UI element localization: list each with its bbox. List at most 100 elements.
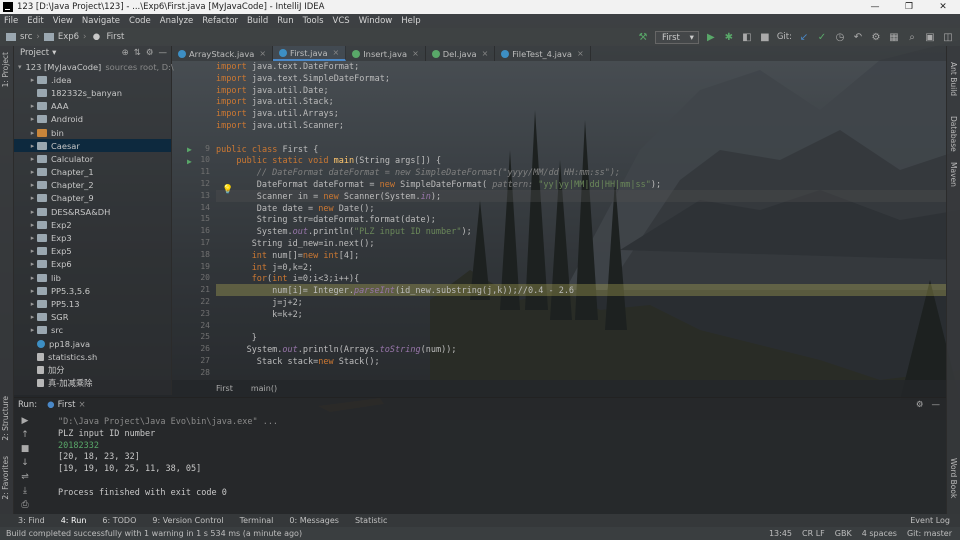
expand-arrow-icon[interactable]: ▸	[28, 326, 37, 334]
expand-arrow-icon[interactable]: ▸	[28, 76, 37, 84]
tree-item[interactable]: ▸ lib	[14, 271, 171, 284]
menu-help[interactable]: Help	[401, 16, 420, 26]
tree-item[interactable]: ▸ SGR	[14, 311, 171, 324]
stop-icon[interactable]: ■	[21, 444, 30, 454]
stop-icon[interactable]: ■	[759, 31, 771, 43]
menu-file[interactable]: File	[4, 16, 18, 26]
tree-item[interactable]: ▸ AAA	[14, 100, 171, 113]
menu-tools[interactable]: Tools	[303, 16, 324, 26]
menu-edit[interactable]: Edit	[27, 16, 43, 26]
close-tab-icon[interactable]: ×	[482, 49, 489, 58]
tree-item[interactable]: ▸ DES&RSA&DH	[14, 205, 171, 218]
tree-item[interactable]: ▸ Exp6	[14, 258, 171, 271]
expand-arrow-icon[interactable]: ▸	[28, 274, 37, 282]
editor-tab[interactable]: FileTest_4.java ×	[495, 46, 591, 61]
tree-item[interactable]: ▸ PP5.13	[14, 297, 171, 310]
expand-arrow-icon[interactable]: ▸	[28, 194, 37, 202]
tree-item[interactable]: ▸ src	[14, 324, 171, 337]
scroll-end-icon[interactable]: ⤓	[23, 486, 27, 496]
expand-arrow-icon[interactable]: ▸	[28, 102, 37, 110]
tool-tab-ant-build[interactable]: Ant Build	[949, 62, 958, 96]
print-icon[interactable]: ⎙	[21, 500, 28, 510]
tree-item[interactable]: ▸ Exp5	[14, 245, 171, 258]
menu-vcs[interactable]: VCS	[333, 16, 350, 26]
scroll-down-icon[interactable]: ↓	[21, 458, 29, 468]
code-editor[interactable]: 9 10 11 12 13 14 15 16 17 18 19 20 21 22 23 24 25 26 27 28 …	[172, 61, 946, 381]
editor-tab[interactable]: Del.java ×	[426, 46, 496, 61]
tool-find[interactable]: 3: Find	[18, 516, 45, 525]
expand-arrow-icon[interactable]: ▸	[28, 221, 37, 229]
tool-tab-database[interactable]: Database	[949, 116, 958, 152]
expand-arrow-icon[interactable]: ▸	[28, 115, 37, 123]
editor-tab[interactable]: Insert.java ×	[346, 46, 426, 61]
tool-messages[interactable]: 0: Messages	[289, 516, 339, 525]
expand-arrow-icon[interactable]: ▸	[28, 208, 37, 216]
soft-wrap-icon[interactable]: ⇌	[21, 472, 29, 482]
git-update-icon[interactable]: ↙	[798, 31, 810, 43]
build-hammer-icon[interactable]: ⚒	[637, 31, 649, 43]
menu-build[interactable]: Build	[247, 16, 268, 26]
tree-item[interactable]: ▸ bin	[14, 126, 171, 139]
event-log-button[interactable]: Event Log	[910, 516, 960, 525]
crumb-first[interactable]: First	[106, 32, 124, 42]
maximize-button[interactable]: ❐	[892, 2, 926, 12]
tree-item[interactable]: 真-加减乘除	[14, 377, 171, 390]
tool-todo[interactable]: 6: TODO	[102, 516, 136, 525]
coverage-icon[interactable]: ◧	[741, 31, 753, 43]
close-tab-icon[interactable]: ×	[412, 49, 419, 58]
expand-arrow-icon[interactable]: ▸	[28, 129, 37, 137]
expand-arrow-icon[interactable]: ▸	[28, 168, 37, 176]
minimize-button[interactable]: —	[858, 2, 892, 12]
expand-arrow-icon[interactable]: ▸	[28, 287, 37, 295]
crumb-src[interactable]: src	[20, 32, 32, 42]
gear-icon[interactable]: ⚙	[916, 400, 924, 410]
close-icon[interactable]: ×	[78, 400, 85, 410]
tree-item[interactable]: ▸ PP5.3,5.6	[14, 284, 171, 297]
menu-refactor[interactable]: Refactor	[202, 16, 238, 26]
editor-tab[interactable]: First.java ×	[273, 46, 347, 61]
tree-item[interactable]: statistics.sh	[14, 350, 171, 363]
breadcrumb-method[interactable]: main()	[251, 384, 277, 393]
tool-tab-favorites[interactable]: 2: Favorites	[1, 456, 10, 500]
tool-version-control[interactable]: 9: Version Control	[152, 516, 223, 525]
expand-arrow-icon[interactable]: ▸	[28, 234, 37, 242]
search-icon[interactable]: ⌕	[906, 31, 918, 43]
tree-item[interactable]: 182332s_banyan	[14, 86, 171, 99]
expand-arrow-icon[interactable]: ▸	[28, 247, 37, 255]
history-icon[interactable]: ◷	[834, 31, 846, 43]
tree-item[interactable]: ▸ Chapter_9	[14, 192, 171, 205]
intention-bulb-icon[interactable]: 💡	[222, 185, 233, 195]
expand-arrow-icon[interactable]: ▾	[18, 63, 22, 71]
breadcrumb-class[interactable]: First	[216, 384, 233, 393]
tool-statistic[interactable]: Statistic	[355, 516, 387, 525]
menu-window[interactable]: Window	[359, 16, 393, 26]
run-icon[interactable]: ▶	[705, 31, 717, 43]
tool-terminal[interactable]: Terminal	[240, 516, 274, 525]
close-tab-icon[interactable]: ×	[259, 49, 266, 58]
editor-gutter[interactable]: 9 10 11 12 13 14 15 16 17 18 19 20 21 22 23 24 25 26 27 28	[172, 61, 214, 381]
tree-item[interactable]: ▸ Exp3	[14, 231, 171, 244]
expand-arrow-icon[interactable]: ▸	[28, 300, 37, 308]
hide-icon[interactable]: —	[932, 400, 941, 410]
tool-tab-word-book[interactable]: Word Book	[949, 458, 958, 498]
tool-run[interactable]: 4: Run	[61, 516, 87, 525]
close-tab-icon[interactable]: ×	[333, 48, 340, 57]
rerun-icon[interactable]: ▶	[22, 416, 29, 426]
tree-item[interactable]: ▸ Caesar	[14, 139, 171, 153]
collapse-icon[interactable]: ⇅	[134, 48, 141, 58]
chevron-down-icon[interactable]: ▾	[52, 48, 56, 58]
tree-item[interactable]: ▸ Chapter_2	[14, 179, 171, 192]
menu-code[interactable]: Code	[129, 16, 151, 26]
expand-arrow-icon[interactable]: ▸	[28, 142, 37, 150]
editor-tab[interactable]: ArrayStack.java ×	[172, 46, 274, 61]
run-config-select[interactable]: First	[654, 30, 699, 44]
run-gutter-icon[interactable]: ▶	[187, 157, 195, 166]
expand-arrow-icon[interactable]: ▸	[28, 181, 37, 189]
status-message[interactable]: Build completed successfully with 1 warn…	[6, 529, 302, 538]
revert-icon[interactable]: ↶	[852, 31, 864, 43]
tree-item[interactable]: ▸ Android	[14, 113, 171, 126]
tool-tab-project[interactable]: 1: Project	[1, 52, 10, 87]
close-button[interactable]: ✕	[926, 2, 960, 12]
tool-tab-structure[interactable]: 2: Structure	[1, 396, 10, 441]
git-branch[interactable]: Git: master	[907, 529, 952, 538]
